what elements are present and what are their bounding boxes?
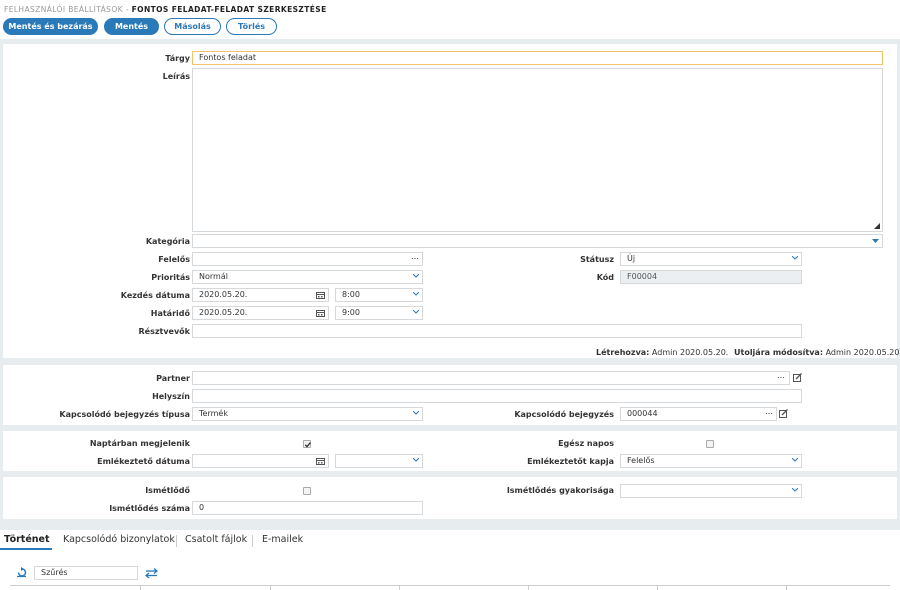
related-type-label: Kapcsolódó bejegyzés típusa	[59, 410, 190, 419]
grid-column-divider	[786, 585, 787, 590]
location-input[interactable]	[192, 389, 802, 403]
grid-header-border	[10, 585, 890, 586]
chevron-down-icon[interactable]	[413, 292, 419, 297]
modified-label: Utoljára módosítva:	[734, 348, 824, 357]
start-label: Kezdés dátuma	[120, 291, 190, 300]
deadline-label: Határidő	[150, 309, 190, 318]
participants-label: Résztvevők	[138, 327, 191, 336]
tab-separator	[176, 535, 177, 547]
status-label: Státusz	[580, 255, 614, 264]
grid-column-divider	[399, 585, 400, 590]
tab-emails[interactable]: E-mailek	[262, 534, 303, 545]
created-info: Létrehozva: Admin 2020.05.20.	[596, 348, 728, 357]
reminder-recipient-select[interactable]: Felelős	[620, 454, 802, 468]
related-entry-lookup-icon[interactable]: …	[765, 407, 774, 416]
reminder-time-select[interactable]	[335, 454, 423, 468]
caret-down-icon[interactable]	[872, 239, 879, 244]
refresh-icon[interactable]	[16, 567, 27, 578]
partner-input[interactable]	[192, 371, 790, 385]
responsible-input[interactable]	[192, 252, 423, 266]
code-input: F00004	[620, 270, 802, 284]
chevron-down-icon[interactable]	[413, 274, 419, 279]
calendar-icon[interactable]	[316, 309, 325, 317]
responsible-label: Felelős	[158, 255, 190, 264]
category-label: Kategória	[145, 237, 190, 246]
modified-value: Admin 2020.05.20.	[823, 348, 900, 357]
chevron-down-icon[interactable]	[413, 310, 419, 315]
chevron-down-icon[interactable]	[792, 488, 798, 493]
code-label: Kód	[596, 273, 614, 282]
all-day-label: Egész napos	[558, 439, 614, 448]
recurring-label: Ismétlődő	[145, 486, 190, 495]
reminder-date-input[interactable]	[192, 454, 329, 468]
start-date-input[interactable]: 2020.05.20.	[192, 288, 329, 302]
start-time-select[interactable]: 8:00	[335, 288, 423, 302]
description-textarea[interactable]	[192, 68, 883, 232]
grid-column-divider	[528, 585, 529, 590]
chevron-down-icon[interactable]	[413, 411, 419, 416]
save-close-button[interactable]: Mentés és bezárás	[3, 18, 98, 35]
status-select[interactable]: Új	[620, 252, 802, 266]
grid-column-divider	[270, 585, 271, 590]
count-input[interactable]: 0	[192, 501, 423, 515]
breadcrumb-parent[interactable]: FELHASZNÁLÓI BEÁLLÍTÁSOK	[4, 5, 123, 14]
priority-label: Prioritás	[151, 273, 190, 282]
created-label: Létrehozva:	[596, 348, 650, 357]
recurring-checkbox[interactable]	[303, 487, 311, 495]
save-button[interactable]: Mentés	[104, 18, 159, 35]
deadline-date-input[interactable]: 2020.05.20.	[192, 306, 329, 320]
participants-input[interactable]	[192, 324, 802, 338]
reminder-recipient-label: Emlékeztetőt kapja	[527, 457, 614, 466]
tab-related-documents[interactable]: Kapcsolódó bizonylatok	[63, 534, 175, 545]
frequency-label: Ismétlődés gyakorisága	[506, 486, 614, 495]
details-panel: Tárgy Fontos feladat Leírás Kategória Fe…	[3, 44, 900, 358]
history-filter-input[interactable]: Szűrés	[34, 566, 138, 580]
delete-button[interactable]: Törlés	[226, 18, 277, 35]
created-value: Admin 2020.05.20.	[649, 348, 729, 357]
reminder-date-label: Emlékeztető dátuma	[97, 457, 190, 466]
breadcrumb: FELHASZNÁLÓI BEÁLLÍTÁSOK - FONTOS FELADA…	[4, 5, 327, 14]
swap-icon[interactable]	[145, 568, 158, 578]
tab-attached-files[interactable]: Csatolt fájlok	[185, 534, 247, 545]
calendar-panel: Naptárban megjelenik Egész napos Emlékez…	[3, 431, 897, 471]
subject-input[interactable]: Fontos feladat	[192, 51, 883, 65]
tab-history[interactable]: Történet	[4, 534, 50, 545]
grid-column-divider	[657, 585, 658, 590]
chevron-down-icon[interactable]	[792, 256, 798, 261]
partner-label: Partner	[156, 374, 190, 383]
description-label: Leírás	[162, 72, 190, 81]
relations-panel: Partner … Helyszín Kapcsolódó bejegyzés …	[3, 365, 897, 425]
calendar-icon[interactable]	[316, 457, 325, 465]
related-type-select[interactable]: Termék	[192, 407, 423, 421]
resize-handle-icon[interactable]	[874, 223, 880, 229]
subject-label: Tárgy	[165, 54, 190, 63]
all-day-checkbox[interactable]	[706, 440, 714, 448]
calendar-icon[interactable]	[316, 291, 325, 299]
modified-info: Utoljára módosítva: Admin 2020.05.20.	[734, 348, 900, 357]
show-in-calendar-label: Naptárban megjelenik	[89, 439, 190, 448]
edit-icon[interactable]	[793, 373, 802, 382]
deadline-time-select[interactable]: 9:00	[335, 306, 423, 320]
chevron-down-icon[interactable]	[792, 458, 798, 463]
edit-icon[interactable]	[779, 409, 788, 418]
partner-lookup-icon[interactable]: …	[777, 371, 786, 380]
show-in-calendar-checkbox[interactable]	[303, 440, 311, 448]
frequency-select[interactable]	[620, 484, 802, 498]
count-label: Ismétlődés száma	[109, 504, 190, 513]
responsible-lookup-icon[interactable]: …	[411, 252, 420, 261]
recurrence-panel: Ismétlődő Ismétlődés gyakorisága Ismétlő…	[3, 477, 897, 519]
grid-column-divider	[140, 585, 141, 590]
related-entry-label: Kapcsolódó bejegyzés	[514, 410, 614, 419]
category-select[interactable]	[192, 234, 883, 248]
page-title: FONTOS FELADAT-FELADAT SZERKESZTÉSE	[131, 5, 327, 14]
breadcrumb-separator: -	[122, 5, 132, 14]
copy-button[interactable]: Másolás	[164, 18, 221, 35]
related-entry-input[interactable]: 000044	[620, 407, 777, 421]
tab-separator	[252, 535, 253, 547]
location-label: Helyszín	[152, 392, 190, 401]
priority-select[interactable]: Normál	[192, 270, 423, 284]
checkmark-icon	[304, 442, 311, 448]
chevron-down-icon[interactable]	[413, 458, 419, 463]
